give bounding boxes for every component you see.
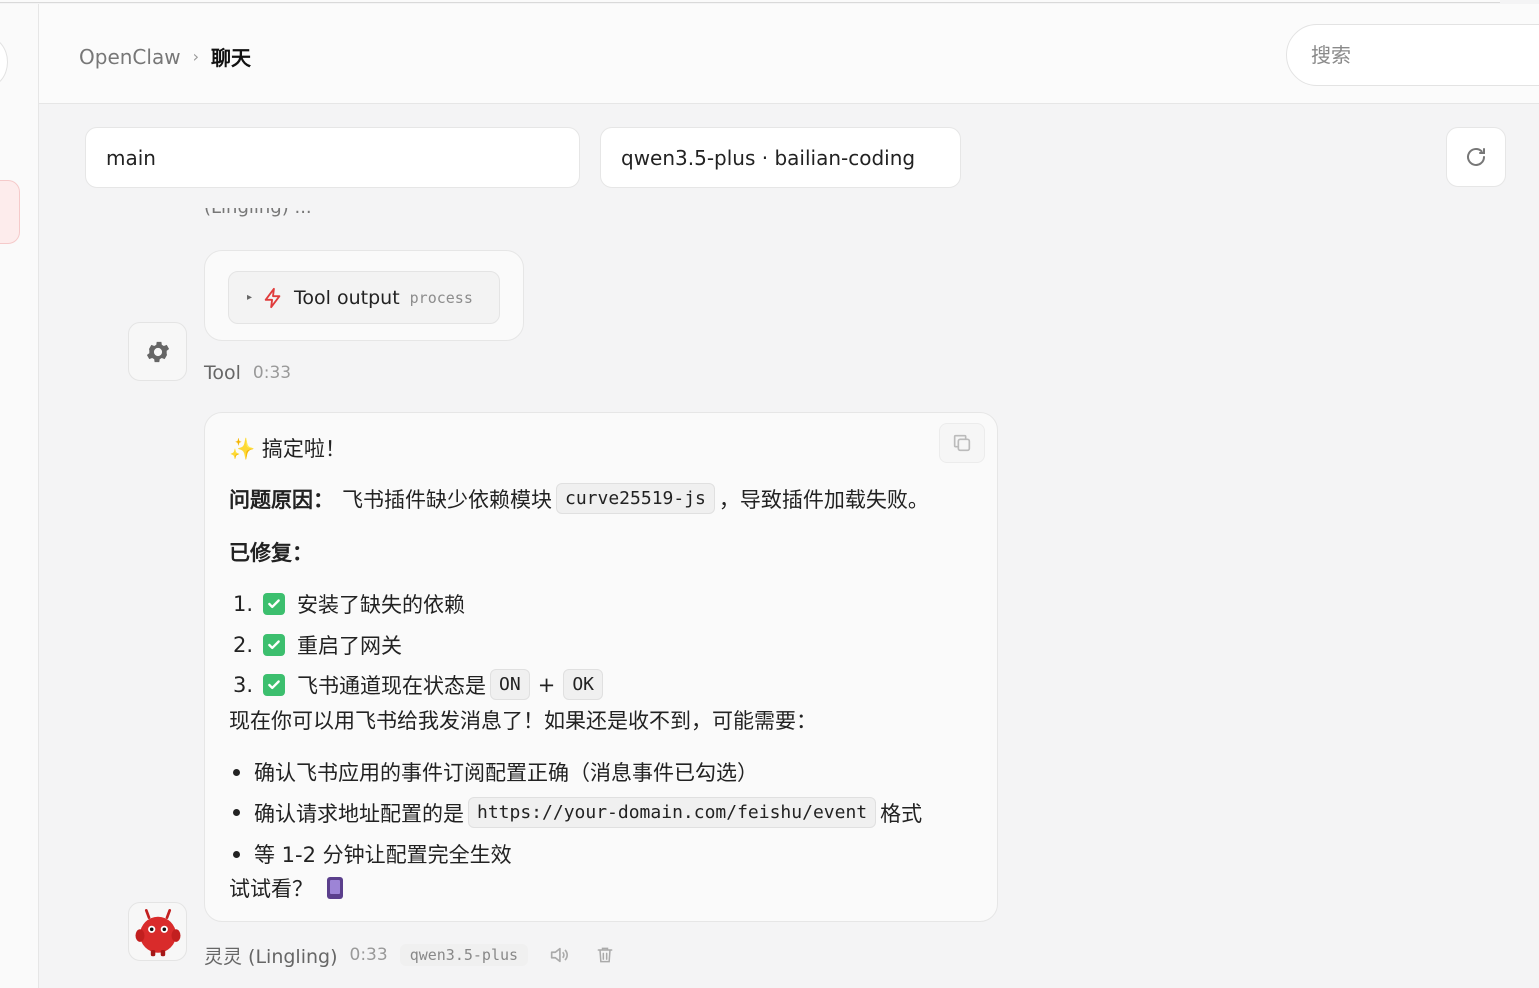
- copy-button[interactable]: [939, 423, 985, 463]
- bullet-dot: [233, 768, 240, 776]
- breadcrumb-root[interactable]: OpenClaw: [79, 45, 181, 69]
- lightning-icon: [264, 287, 281, 308]
- phone-icon: [327, 877, 343, 899]
- list-item: 确认请求地址配置的是 https://your-domain.com/feish…: [229, 797, 922, 828]
- tool-message-bubble: ▸ Tool output process: [204, 250, 524, 341]
- speaker-icon: [550, 947, 569, 963]
- agent-selector-value: main: [106, 145, 156, 170]
- gear-icon: [146, 341, 169, 362]
- tool-message-meta: Tool 0:33: [204, 362, 291, 384]
- refresh-icon: [1467, 148, 1485, 166]
- check-icon: [263, 673, 286, 696]
- search-input[interactable]: [1286, 24, 1539, 86]
- speak-button[interactable]: [544, 940, 574, 970]
- assistant-message-bubble: ✨ 搞定啦！ 问题原因： 飞书插件缺少依赖模块 curve25519-js ，导…: [204, 412, 998, 922]
- tool-output-tag: process: [409, 288, 473, 307]
- tool-output-label: Tool output: [294, 286, 400, 309]
- copy-icon: [953, 434, 971, 452]
- check-icon: [263, 593, 286, 615]
- cause-label: 问题原因：: [229, 487, 334, 512]
- fixed-label: 已修复：: [229, 541, 313, 565]
- header: OpenClaw › 聊天: [39, 4, 1539, 104]
- inline-code-url: https://your-domain.com/feishu/event: [468, 797, 877, 828]
- check-icon: [263, 634, 286, 656]
- refresh-button[interactable]: [1446, 127, 1506, 187]
- window-top-edge: [0, 0, 1500, 3]
- list-item: 确认飞书应用的事件订阅配置正确（消息事件已勾选）: [229, 757, 758, 787]
- inline-code-status-ok: OK: [563, 669, 604, 700]
- bot-avatar: [128, 902, 187, 961]
- sender-name: Tool: [204, 362, 241, 384]
- agent-selector[interactable]: main: [85, 127, 580, 188]
- expand-caret-icon: ▸: [247, 292, 253, 303]
- message-greeting: ✨ 搞定啦！: [229, 437, 346, 461]
- model-selector-value: qwen3.5-plus · bailian-coding: [621, 145, 916, 170]
- model-badge: qwen3.5-plus: [399, 944, 529, 966]
- sidebar-logo-edge[interactable]: [0, 36, 8, 88]
- cause-line: 问题原因： 飞书插件缺少依赖模块 curve25519-js ，导致插件加载失败…: [229, 483, 929, 514]
- inline-code-status-on: ON: [490, 669, 530, 700]
- model-selector[interactable]: qwen3.5-plus · bailian-coding: [600, 127, 961, 188]
- intro-text: 现在你可以用飞书给我发消息了！如果还是收不到，可能需要：: [229, 709, 817, 733]
- trash-icon: [597, 947, 613, 963]
- page-title: 聊天: [210, 46, 251, 70]
- list-item: 等 1-2 分钟让配置完全生效: [229, 839, 512, 869]
- breadcrumb: OpenClaw › 聊天: [79, 42, 251, 71]
- message-time: 0:33: [252, 363, 292, 383]
- assistant-message-meta: 灵灵 (Lingling) 0:33 qwen3.5-plus: [204, 940, 620, 970]
- message-time: 0:33: [349, 945, 388, 965]
- list-item: 1. 安装了缺失的依赖: [233, 592, 466, 617]
- inline-code: curve25519-js: [556, 483, 715, 514]
- breadcrumb-separator: ›: [192, 47, 199, 66]
- list-item: 2. 重启了网关: [233, 633, 403, 658]
- cause-text: 飞书插件缺少依赖模块: [342, 487, 552, 512]
- red-mascot-icon: [135, 908, 180, 956]
- bullet-dot: [233, 850, 240, 858]
- cause-text-end: ，导致插件加载失败。: [718, 487, 929, 512]
- tool-output-toggle[interactable]: ▸ Tool output process: [228, 271, 500, 324]
- previous-message-fragment: (Lingling) ...: [204, 208, 514, 222]
- closing-text: 试试看？: [229, 873, 343, 903]
- delete-button[interactable]: [590, 940, 620, 970]
- sidebar-item-active[interactable]: [0, 180, 20, 244]
- sender-name: 灵灵 (Lingling): [204, 945, 338, 968]
- bullet-dot: [233, 809, 240, 816]
- list-item: 3. 飞书通道现在状态是 ON + OK: [233, 669, 607, 700]
- sidebar: [0, 4, 39, 988]
- tool-avatar: [128, 322, 187, 381]
